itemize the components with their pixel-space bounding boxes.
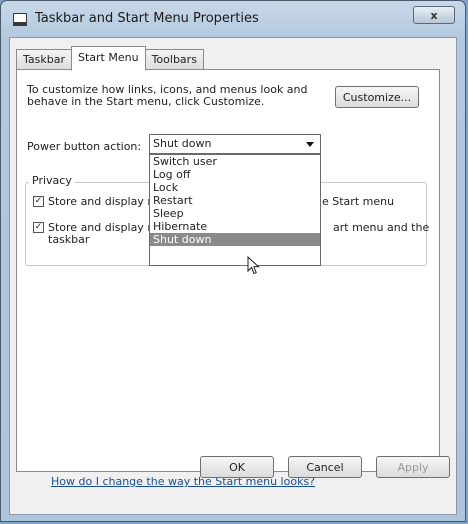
option-hibernate[interactable]: Hibernate: [150, 220, 320, 233]
power-button-value: Shut down: [153, 137, 212, 150]
option-switch-user[interactable]: Switch user: [150, 155, 320, 168]
privacy-group-title: Privacy: [29, 174, 75, 187]
check-icon[interactable]: ✓: [33, 222, 44, 233]
properties-window: Taskbar and Start Menu Properties x Task…: [0, 0, 466, 522]
cancel-button[interactable]: Cancel: [288, 456, 362, 478]
dialog-client: Taskbar Start Menu Toolbars To customize…: [9, 37, 457, 515]
window-title: Taskbar and Start Menu Properties: [35, 11, 259, 26]
chevron-down-icon: [306, 142, 314, 147]
option-restart[interactable]: Restart: [150, 194, 320, 207]
option-log-off[interactable]: Log off: [150, 168, 320, 181]
option-shut-down[interactable]: Shut down: [150, 233, 320, 246]
option-sleep[interactable]: Sleep: [150, 207, 320, 220]
mouse-pointer-icon: [247, 256, 260, 275]
close-button[interactable]: x: [413, 6, 455, 24]
tab-toolbars[interactable]: Toolbars: [144, 49, 204, 70]
privacy-option-label-tail: art menu and the: [333, 221, 430, 234]
title-bar[interactable]: Taskbar and Start Menu Properties x: [1, 1, 465, 37]
power-button-options: Switch user Log off Lock Restart Sleep H…: [149, 154, 321, 266]
privacy-option-label: Store and display r: [48, 195, 152, 208]
customize-button[interactable]: Customize...: [335, 86, 419, 108]
customize-description: To customize how links, icons, and menus…: [27, 83, 308, 108]
tab-taskbar[interactable]: Taskbar: [16, 49, 72, 70]
ok-button[interactable]: OK: [200, 456, 274, 478]
check-icon[interactable]: ✓: [33, 196, 44, 207]
tab-strip: Taskbar Start Menu Toolbars: [16, 46, 204, 71]
option-lock[interactable]: Lock: [150, 181, 320, 194]
power-button-label: Power button action:: [27, 140, 142, 153]
tab-start-menu[interactable]: Start Menu: [71, 46, 146, 71]
taskbar-properties-icon: [13, 13, 27, 26]
privacy-option-label-tail: e Start menu: [322, 195, 395, 208]
power-button-select[interactable]: Shut down: [149, 134, 321, 154]
privacy-option-label-line2: taskbar: [48, 233, 90, 246]
apply-button[interactable]: Apply: [376, 456, 450, 478]
help-link[interactable]: How do I change the way the Start menu l…: [51, 475, 315, 488]
start-menu-panel: To customize how links, icons, and menus…: [16, 69, 440, 488]
